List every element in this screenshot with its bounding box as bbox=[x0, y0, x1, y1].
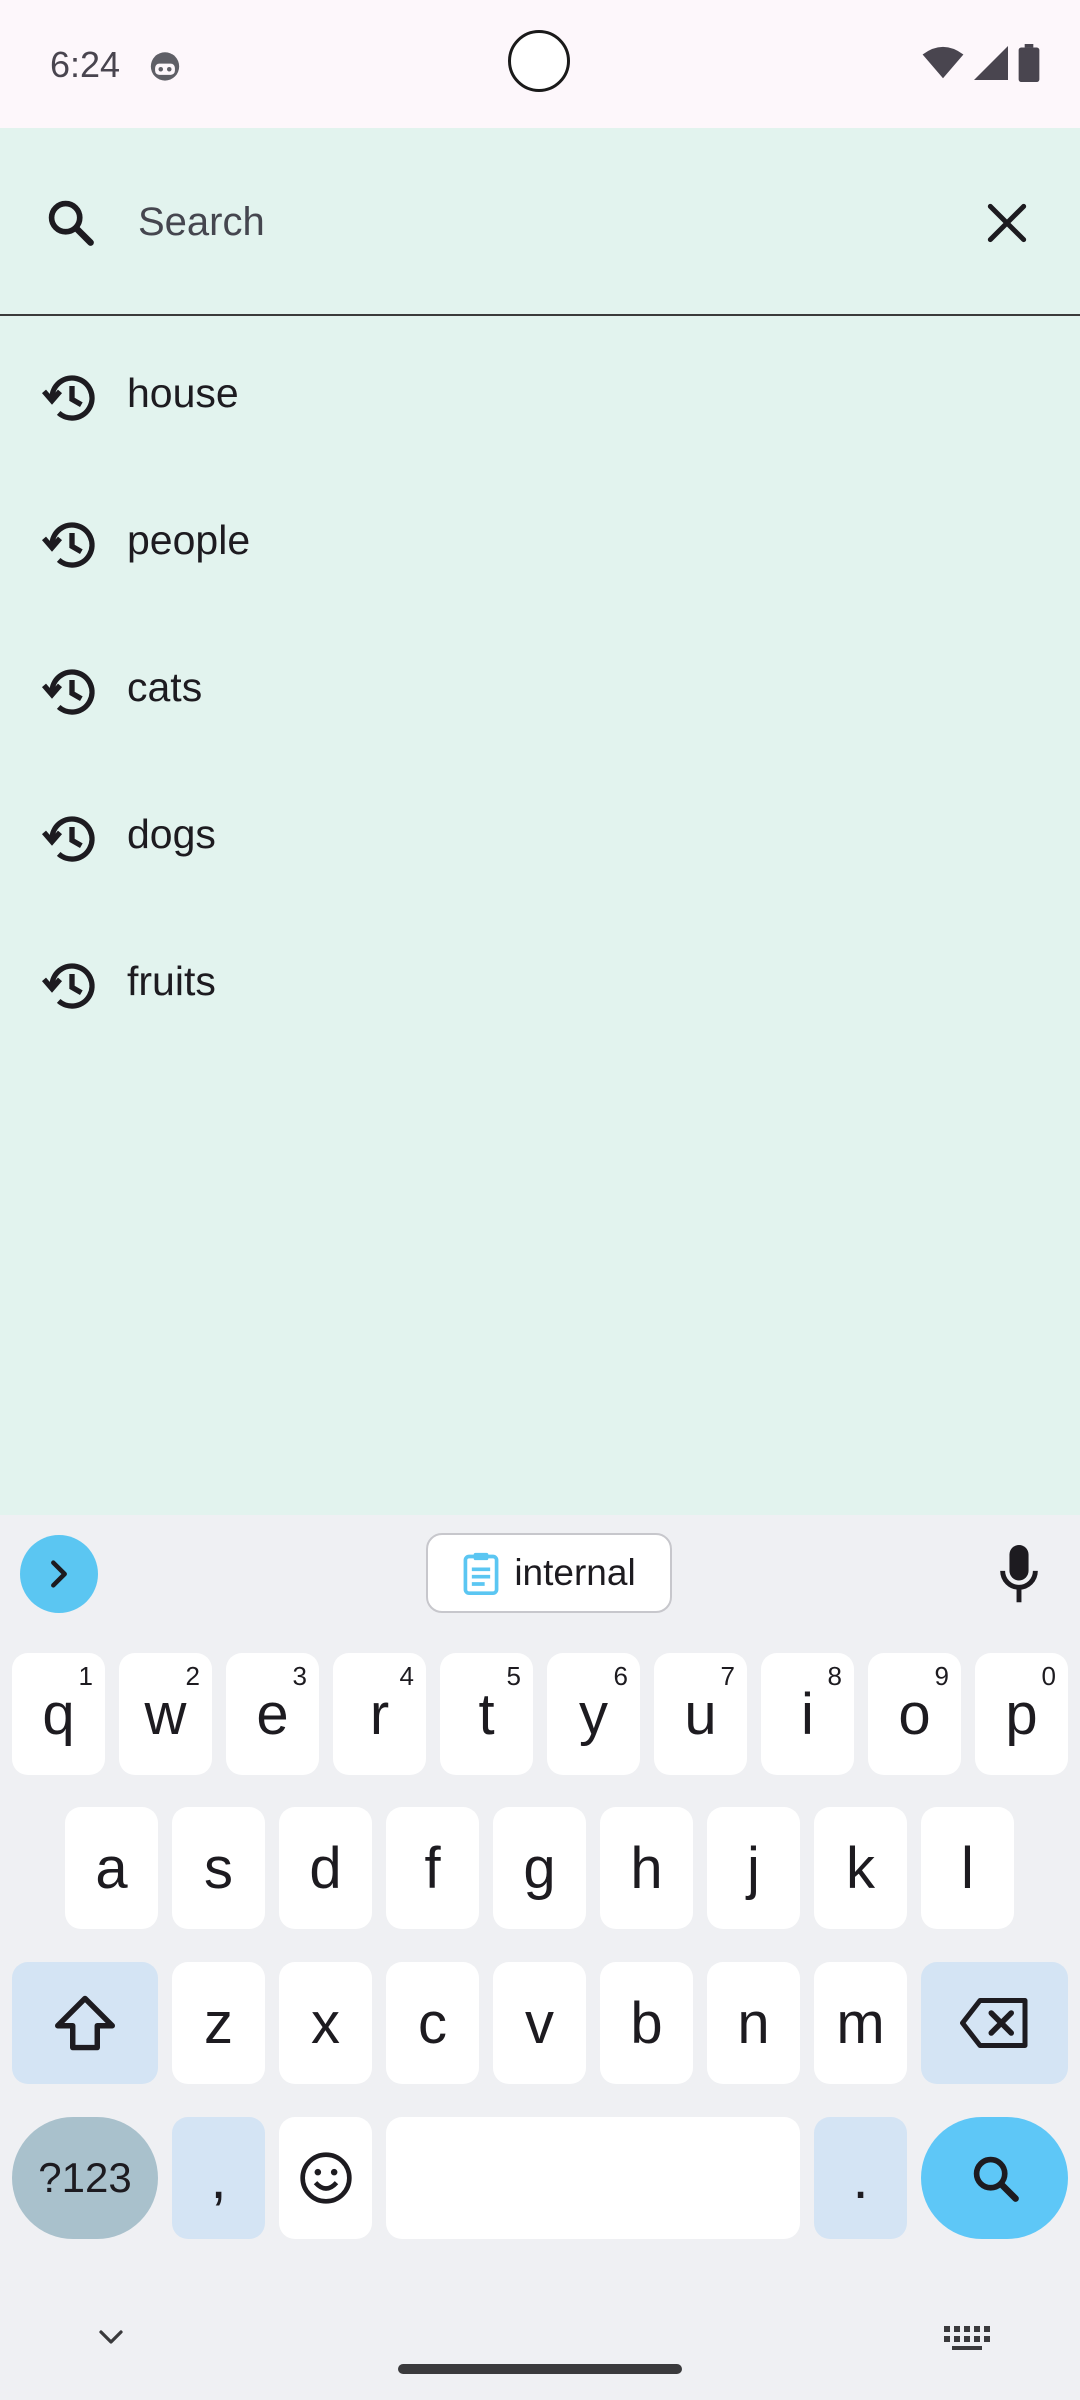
key-b[interactable]: b bbox=[600, 1962, 693, 2084]
symbols-key[interactable]: ?123 bbox=[12, 2117, 158, 2239]
emoji-icon bbox=[299, 2152, 352, 2204]
backspace-icon bbox=[959, 1998, 1027, 2048]
history-icon bbox=[41, 375, 95, 421]
keyboard-toolbar-toggle[interactable] bbox=[20, 1535, 98, 1613]
battery-icon bbox=[1018, 44, 1040, 82]
key-s[interactable]: s bbox=[172, 1807, 265, 1929]
key-h[interactable]: h bbox=[600, 1807, 693, 1929]
key-o[interactable]: o9 bbox=[868, 1653, 961, 1775]
search-history-list: house people cats dogs fruits bbox=[0, 318, 1080, 1053]
search-bar bbox=[0, 128, 1080, 316]
period-key[interactable]: . bbox=[814, 2117, 907, 2239]
history-icon bbox=[41, 963, 95, 1009]
key-w[interactable]: w2 bbox=[119, 1653, 212, 1775]
wifi-icon bbox=[922, 46, 964, 79]
history-icon bbox=[41, 816, 95, 862]
search-input[interactable] bbox=[120, 182, 976, 262]
history-label: people bbox=[127, 517, 251, 563]
history-label: dogs bbox=[127, 811, 216, 857]
key-y[interactable]: y6 bbox=[547, 1653, 640, 1775]
chevron-right-icon bbox=[51, 1560, 67, 1588]
camera-cutout bbox=[508, 30, 570, 92]
key-n[interactable]: n bbox=[707, 1962, 800, 2084]
search-icon bbox=[48, 200, 94, 246]
space-key[interactable] bbox=[386, 2117, 800, 2239]
shift-key[interactable] bbox=[12, 1962, 158, 2084]
home-indicator[interactable] bbox=[398, 2364, 682, 2374]
history-item[interactable]: cats bbox=[0, 612, 1080, 759]
close-icon[interactable] bbox=[982, 198, 1032, 248]
clipboard-text: internal bbox=[514, 1552, 636, 1593]
history-item[interactable]: fruits bbox=[0, 906, 1080, 1053]
clipboard-suggestion-chip[interactable]: internal bbox=[426, 1533, 672, 1613]
key-u[interactable]: u7 bbox=[654, 1653, 747, 1775]
history-icon bbox=[41, 522, 95, 568]
key-t[interactable]: t5 bbox=[440, 1653, 533, 1775]
android-head-icon bbox=[150, 52, 180, 81]
history-label: fruits bbox=[127, 958, 216, 1004]
history-item[interactable]: house bbox=[0, 318, 1080, 465]
key-m[interactable]: m bbox=[814, 1962, 907, 2084]
key-v[interactable]: v bbox=[493, 1962, 586, 2084]
history-label: cats bbox=[127, 664, 203, 710]
key-q[interactable]: q1 bbox=[12, 1653, 105, 1775]
emoji-key[interactable] bbox=[279, 2117, 372, 2239]
key-z[interactable]: z bbox=[172, 1962, 265, 2084]
soft-keyboard: internal bbox=[0, 1515, 1080, 2400]
status-icons bbox=[922, 44, 1040, 82]
search-action-key[interactable] bbox=[921, 2117, 1068, 2239]
key-f[interactable]: f bbox=[386, 1807, 479, 1929]
signal-icon bbox=[974, 46, 1008, 80]
key-x[interactable]: x bbox=[279, 1962, 372, 2084]
history-item[interactable]: people bbox=[0, 465, 1080, 612]
keyboard-switch-icon[interactable] bbox=[944, 2326, 990, 2350]
key-p[interactable]: p0 bbox=[975, 1653, 1068, 1775]
key-j[interactable]: j bbox=[707, 1807, 800, 1929]
history-icon bbox=[41, 669, 95, 715]
chevron-down-icon[interactable] bbox=[96, 2322, 126, 2352]
clipboard-icon bbox=[463, 1552, 499, 1595]
key-l[interactable]: l bbox=[921, 1807, 1014, 1929]
search-icon bbox=[973, 2156, 1019, 2202]
key-c[interactable]: c bbox=[386, 1962, 479, 2084]
shift-icon bbox=[55, 1995, 115, 2051]
key-a[interactable]: a bbox=[65, 1807, 158, 1929]
key-e[interactable]: e3 bbox=[226, 1653, 319, 1775]
microphone-icon[interactable] bbox=[998, 1545, 1040, 1605]
key-g[interactable]: g bbox=[493, 1807, 586, 1929]
comma-key[interactable]: , bbox=[172, 2117, 265, 2239]
status-time: 6:24 bbox=[50, 44, 121, 85]
key-k[interactable]: k bbox=[814, 1807, 907, 1929]
history-label: house bbox=[127, 370, 239, 416]
key-r[interactable]: r4 bbox=[333, 1653, 426, 1775]
backspace-key[interactable] bbox=[921, 1962, 1068, 2084]
key-i[interactable]: i8 bbox=[761, 1653, 854, 1775]
key-d[interactable]: d bbox=[279, 1807, 372, 1929]
status-bar: 6:24 bbox=[0, 0, 1080, 128]
history-item[interactable]: dogs bbox=[0, 759, 1080, 906]
